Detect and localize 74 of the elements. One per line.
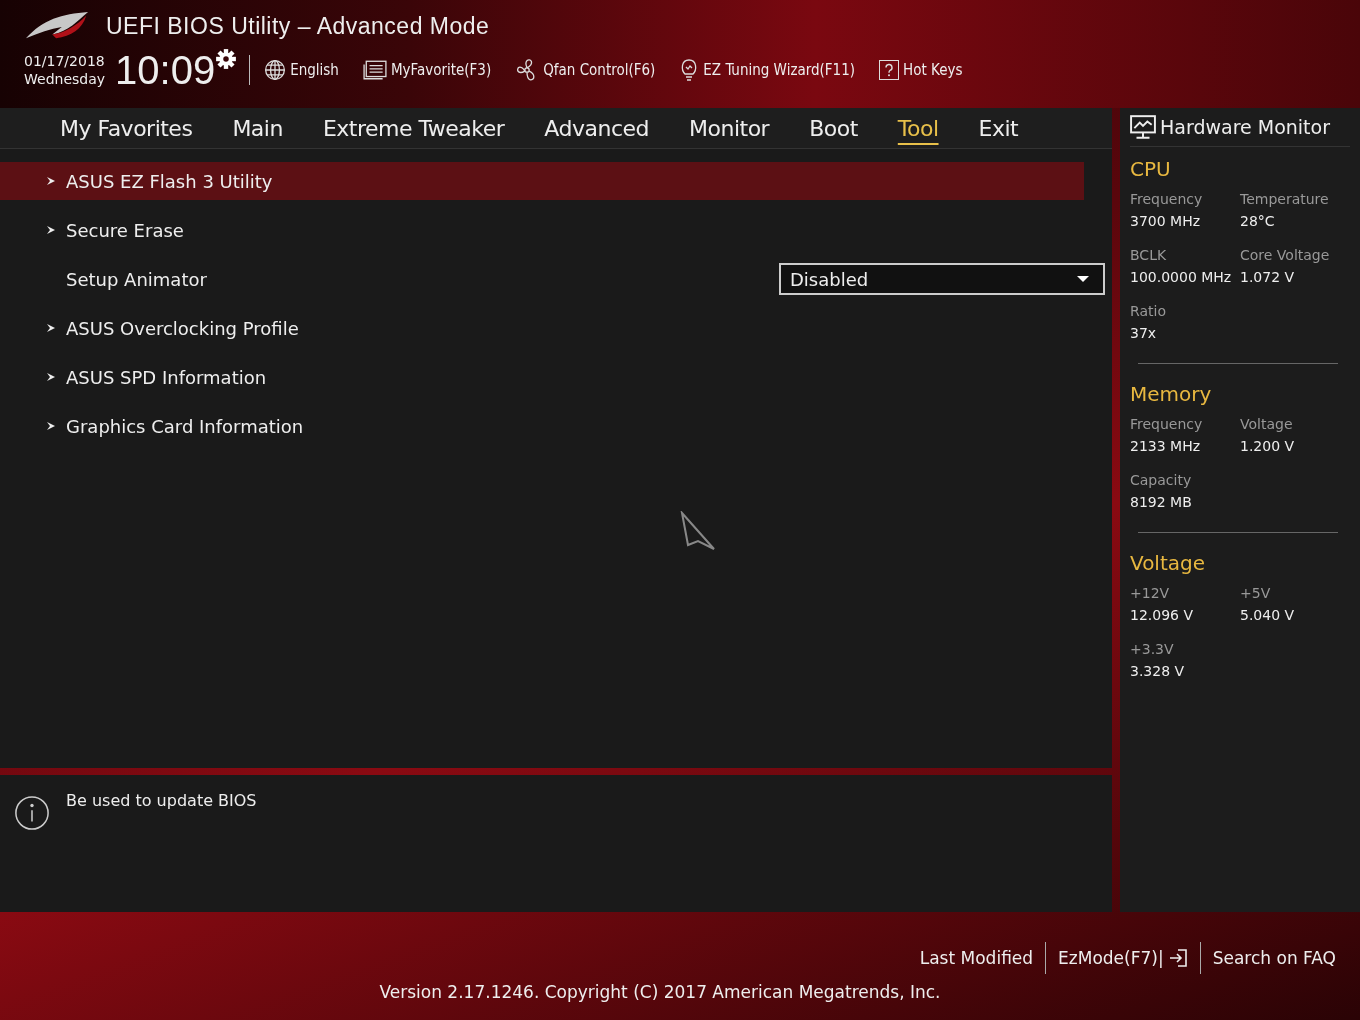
reading-value: 5.040 V <box>1240 607 1296 623</box>
reading-label: Temperature <box>1240 191 1330 207</box>
list-card-icon <box>362 60 387 80</box>
caret-icon <box>1077 276 1089 282</box>
toolbar-button[interactable]: MyFavorite(F3) <box>362 60 492 80</box>
reading-label: Ratio <box>1130 303 1167 319</box>
menu-item-label: ASUS SPD Information <box>66 366 267 388</box>
arrow-icon <box>46 372 56 382</box>
window-title: UEFI BIOS Utility – Advanced Mode <box>106 12 490 40</box>
reading-label: BCLK <box>1130 247 1168 263</box>
clock-time: 10:09 <box>115 48 216 92</box>
footer-link[interactable]: Last Modified <box>907 948 1046 968</box>
reading-label: Capacity <box>1130 472 1193 488</box>
reading-label: Frequency <box>1130 191 1204 207</box>
section-title: Memory <box>1130 382 1213 406</box>
monitor-icon <box>1130 115 1156 139</box>
version-text: Version 2.17.1246. Copyright (C) 2017 American Megatrends, Inc. <box>379 982 941 1002</box>
reading-value: 1.200 V <box>1240 438 1296 454</box>
toolbar-button[interactable]: EZ Tuning Wizard(F11) <box>679 58 856 82</box>
globe-icon <box>264 59 287 81</box>
arrow-icon <box>46 323 56 333</box>
setting-label: Setup Animator <box>66 268 207 290</box>
arrow-icon <box>46 421 56 431</box>
reading-label: Core Voltage <box>1240 247 1331 263</box>
tab[interactable]: Main <box>212 108 303 148</box>
reading-value: 8192 MB <box>1130 494 1193 510</box>
reading-value: 3700 MHz <box>1130 213 1202 229</box>
weekday-text: Wednesday <box>24 70 106 88</box>
info-icon <box>14 795 50 831</box>
menu-item-label: ASUS EZ Flash 3 Utility <box>66 170 273 192</box>
date-text: 01/17/2018 <box>24 52 106 70</box>
reading-label: +12V <box>1130 585 1171 601</box>
mouse-pointer-icon <box>680 511 716 551</box>
tab[interactable]: My Favorites <box>40 108 213 148</box>
reading-value: 37x <box>1130 325 1158 341</box>
toolbar-button[interactable]: English <box>264 59 339 81</box>
footer-link[interactable]: EzMode(F7)| <box>1046 948 1200 968</box>
settings-icon[interactable] <box>215 48 238 70</box>
reading-value: 28°C <box>1240 213 1276 229</box>
tab[interactable]: Monitor <box>669 108 790 148</box>
menu-item[interactable]: ASUS SPD Information <box>0 358 1084 396</box>
footer-link[interactable]: Search on FAQ <box>1200 948 1348 968</box>
section-title: CPU <box>1130 157 1172 181</box>
reading-label: Frequency <box>1130 416 1204 432</box>
section-title: Voltage <box>1130 551 1207 575</box>
panel-title: Hardware Monitor <box>1160 116 1330 138</box>
reading-value: 2133 MHz <box>1130 438 1202 454</box>
reading-label: +3.3V <box>1130 641 1175 657</box>
exit-icon <box>1167 948 1188 968</box>
reading-label: +5V <box>1240 585 1272 601</box>
toolbar-button[interactable]: Hot Keys <box>879 60 963 80</box>
tab[interactable]: Extreme Tweaker <box>302 108 525 148</box>
arrow-icon <box>46 225 56 235</box>
question-mark-icon <box>879 60 900 80</box>
tab[interactable]: Exit <box>958 108 1039 148</box>
dropdown[interactable]: Disabled <box>779 263 1105 295</box>
arrow-icon <box>46 176 56 186</box>
menu-item-label: Graphics Card Information <box>66 415 304 437</box>
reading-label: Voltage <box>1240 416 1294 432</box>
reading-value: 100.0000 MHz <box>1130 269 1233 285</box>
reading-value: 12.096 V <box>1130 607 1194 623</box>
tab[interactable]: Tool <box>877 108 959 148</box>
toolbar-button[interactable]: Qfan Control(F6) <box>515 58 656 82</box>
menu-item-label: Secure Erase <box>66 219 184 241</box>
help-text: Be used to update BIOS <box>66 791 257 810</box>
menu-item-label: ASUS Overclocking Profile <box>66 317 299 339</box>
menu-item[interactable]: ASUS Overclocking Profile <box>0 309 1084 347</box>
reading-value: 3.328 V <box>1130 663 1186 679</box>
menu-item[interactable]: ASUS EZ Flash 3 Utility <box>0 162 1084 200</box>
tab[interactable]: Advanced <box>524 108 670 148</box>
menu-item[interactable]: Graphics Card Information <box>0 407 1084 445</box>
menu-item[interactable]: Secure Erase <box>0 211 1084 249</box>
tab[interactable]: Boot <box>789 108 878 148</box>
reading-value: 1.072 V <box>1240 269 1296 285</box>
